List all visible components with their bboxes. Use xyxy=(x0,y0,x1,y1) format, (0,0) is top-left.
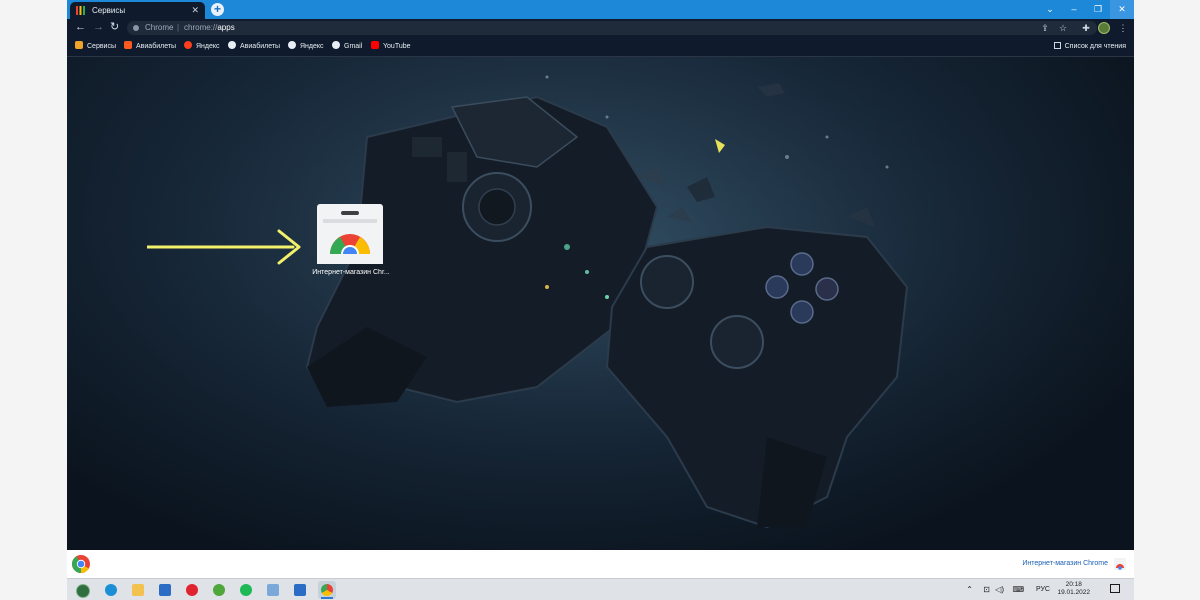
reading-list-button[interactable]: Список для чтения xyxy=(1053,37,1126,56)
browser-screenshot: Сервисы ✕ + ⌄ – ❐ ✕ ← → ↻ Chrome | chrom… xyxy=(67,0,1134,600)
tray-clock[interactable]: 20:18 19.01.2022 xyxy=(1057,581,1090,597)
bookmark-services[interactable]: Сервисы xyxy=(75,37,116,56)
paint-icon xyxy=(267,584,279,596)
omnibox-separator: | xyxy=(177,23,180,32)
bookmarks-bar: Сервисы Авиабилеты Яндекс Авиабилеты Янд… xyxy=(67,37,1134,57)
reading-list-label: Список для чтения xyxy=(1064,43,1126,50)
folder-icon xyxy=(132,584,144,596)
bookmark-label: Авиабилеты xyxy=(240,43,281,50)
windows-taskbar: ⌃ ⊡ ◁) ⌨ РУС 20:18 19.01.2022 xyxy=(67,578,1134,600)
bookmark-star-icon[interactable]: ☆ xyxy=(1057,22,1069,34)
tab-strip: Сервисы ✕ + ⌄ – ❐ ✕ xyxy=(67,0,1134,19)
web-store-link[interactable]: Интернет-магазин Chrome xyxy=(1022,560,1108,567)
apps-bottom-bar: Интернет-магазин Chrome xyxy=(67,550,1134,578)
minimize-button[interactable]: – xyxy=(1062,0,1086,19)
network-icon[interactable]: ⊡ xyxy=(983,585,990,594)
address-bar[interactable]: Chrome | chrome://apps xyxy=(127,21,1097,35)
bookmark-label: YouTube xyxy=(383,43,411,50)
reload-button[interactable]: ↻ xyxy=(110,22,119,33)
clock-date: 19.01.2022 xyxy=(1057,589,1090,596)
globe-icon xyxy=(288,41,296,50)
web-store-small-icon[interactable] xyxy=(1114,558,1126,570)
taskbar-spotify[interactable] xyxy=(237,581,255,599)
taskbar-edge[interactable] xyxy=(102,581,120,599)
start-orb-icon xyxy=(76,584,90,598)
bookmark-label: Gmail xyxy=(344,43,363,50)
edge-icon xyxy=(105,584,117,596)
scheme-label: Chrome xyxy=(145,23,174,32)
taskbar-start-orb[interactable] xyxy=(73,581,91,599)
browser-toolbar: ← → ↻ Chrome | chrome://apps ⇪ ☆ ✚ ⋮ xyxy=(67,19,1134,37)
profile-avatar[interactable] xyxy=(1098,22,1110,34)
url-path: apps xyxy=(217,23,235,32)
bookmark-yandex[interactable]: Яндекс xyxy=(184,37,220,56)
new-tab-button[interactable]: + xyxy=(211,3,224,16)
bookmark-label: Яндекс xyxy=(300,43,324,50)
bookmark-youtube[interactable]: YouTube xyxy=(371,37,411,56)
photos-icon xyxy=(294,584,306,596)
back-button[interactable]: ← xyxy=(75,22,86,33)
bookmark-yandex-2[interactable]: Яндекс xyxy=(288,37,324,56)
share-icon[interactable]: ⇪ xyxy=(1039,22,1051,34)
chrome-web-store-icon xyxy=(317,204,383,264)
chrome-logo-icon xyxy=(72,555,90,573)
taskbar-mail[interactable] xyxy=(156,581,174,599)
site-info-icon[interactable] xyxy=(133,25,139,31)
bookmark-aviabilety-2[interactable]: Авиабилеты xyxy=(228,37,280,56)
extensions-icon[interactable]: ✚ xyxy=(1080,22,1092,34)
url-prefix: chrome:// xyxy=(184,23,218,32)
chrome-icon xyxy=(321,584,333,596)
youtube-icon xyxy=(371,41,379,50)
reading-list-icon xyxy=(1053,41,1061,49)
utorrent-icon xyxy=(213,584,225,596)
keyboard-icon[interactable]: ⌨ xyxy=(1012,585,1024,594)
aviasales-icon xyxy=(124,41,132,50)
tab-title: Сервисы xyxy=(92,6,126,15)
globe-icon xyxy=(332,41,340,50)
bookmark-gmail[interactable]: Gmail xyxy=(332,37,362,56)
forward-button[interactable]: → xyxy=(93,22,104,33)
globe-icon xyxy=(228,41,236,50)
bookmark-aviabilety[interactable]: Авиабилеты xyxy=(124,37,176,56)
volume-icon[interactable]: ◁) xyxy=(995,585,1004,594)
apps-page: Интернет-магазин Chr... xyxy=(67,57,1134,550)
bookmark-label: Яндекс xyxy=(196,43,220,50)
yandex-icon xyxy=(184,41,192,50)
active-indicator xyxy=(321,597,333,599)
tab-services[interactable]: Сервисы ✕ xyxy=(70,2,205,19)
app-tile-label: Интернет-магазин Chr... xyxy=(312,269,390,276)
restore-button[interactable]: ❐ xyxy=(1086,0,1110,19)
app-tile-web-store[interactable]: Интернет-магазин Chr... xyxy=(303,204,399,284)
controller-wallpaper xyxy=(67,57,1134,550)
yellow-arrow-annotation xyxy=(147,229,301,265)
spotify-icon xyxy=(240,584,252,596)
close-window-button[interactable]: ✕ xyxy=(1110,0,1134,19)
taskbar-paint[interactable] xyxy=(264,581,282,599)
mail-icon xyxy=(159,584,171,596)
notification-icon[interactable] xyxy=(1110,584,1120,593)
apps-grid-icon xyxy=(76,6,85,15)
taskbar-file-explorer[interactable] xyxy=(129,581,147,599)
apps-grid-icon xyxy=(75,41,83,50)
window-controls: ⌄ – ❐ ✕ xyxy=(1038,0,1134,19)
menu-kebab-icon[interactable]: ⋮ xyxy=(1117,22,1129,34)
taskbar-utorrent[interactable] xyxy=(210,581,228,599)
tab-close-icon[interactable]: ✕ xyxy=(191,5,199,16)
taskbar-photos[interactable] xyxy=(291,581,309,599)
bookmark-label: Авиабилеты xyxy=(136,43,177,50)
bookmark-label: Сервисы xyxy=(87,43,117,50)
taskbar-chrome[interactable] xyxy=(318,581,336,599)
language-indicator[interactable]: РУС xyxy=(1036,586,1050,593)
search-tabs-button[interactable]: ⌄ xyxy=(1038,0,1062,19)
taskbar-opera[interactable] xyxy=(183,581,201,599)
url-text: chrome://apps xyxy=(184,21,235,35)
tray-chevron-up-icon[interactable]: ⌃ xyxy=(966,585,973,594)
opera-icon xyxy=(186,584,198,596)
clock-time: 20:18 xyxy=(1065,581,1082,588)
